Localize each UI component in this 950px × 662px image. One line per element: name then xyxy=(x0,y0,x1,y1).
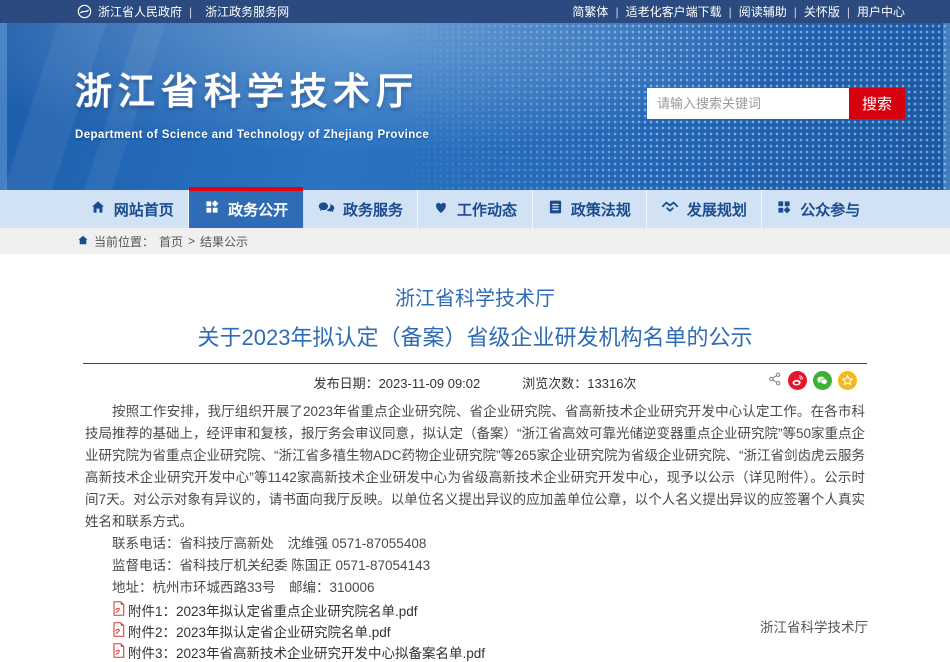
nav-item-label: 政务公开 xyxy=(228,199,288,220)
share-icon[interactable] xyxy=(768,372,782,389)
breadcrumb-home-link[interactable]: 首页 xyxy=(159,233,183,250)
link-care-version[interactable]: 关怀版 xyxy=(804,3,857,20)
site-logo: 浙江省科学技术厅 Department of Science and Techn… xyxy=(75,61,429,141)
handshake-icon xyxy=(661,199,679,219)
link-gov-service-network[interactable]: 浙江政务服务网 xyxy=(205,3,289,20)
attachment-link-3[interactable]: 附件3：2023年省高新技术企业研究开发中心拟备案名单.pdf xyxy=(85,641,865,662)
attachment-link-2[interactable]: 附件2：2023年拟认定省企业研究院名单.pdf xyxy=(85,620,865,641)
banner-edge-decoration xyxy=(943,23,950,190)
attachment-text: 附件1：2023年拟认定省重点企业研究院名单.pdf xyxy=(128,600,418,620)
nav-item-development-plans[interactable]: 发展规划 xyxy=(647,190,761,228)
nav-item-public-participation[interactable]: 公众参与 xyxy=(762,190,875,228)
publish-date-label: 发布日期： xyxy=(314,376,379,391)
search-button[interactable]: 搜索 xyxy=(849,88,905,119)
breadcrumb-bar: 当前位置： 首页 > 结果公示 xyxy=(0,228,950,254)
article-title-agency: 浙江省科学技术厅 xyxy=(75,282,875,311)
supervision-phone-line: 监督电话：省科技厅机关纪委 陈国正 0571-87054143 xyxy=(85,555,865,577)
nav-item-gov-info-disclosure[interactable]: 政务公开 xyxy=(189,190,303,228)
nav-item-label: 发展规划 xyxy=(687,199,747,220)
grid-icon xyxy=(204,199,220,219)
view-count-value: 13316次 xyxy=(587,376,636,391)
publish-date-value: 2023-11-09 09:02 xyxy=(379,376,481,391)
breadcrumb-location-label: 当前位置： xyxy=(94,233,154,250)
article-body-paragraph: 按照工作安排，我厅组织开展了2023年省重点企业研究院、省企业研究院、省高新技术… xyxy=(85,401,865,533)
heart-icon xyxy=(433,199,449,219)
attachment-text: 附件2：2023年拟认定省企业研究院名单.pdf xyxy=(128,621,391,641)
home-icon xyxy=(90,199,106,219)
site-search: 搜索 xyxy=(647,88,905,119)
nav-item-home[interactable]: 网站首页 xyxy=(75,190,189,228)
address-line: 地址：杭州市环城西路33号 邮编：310006 xyxy=(85,577,865,599)
share-buttons xyxy=(768,371,857,390)
document-icon xyxy=(548,199,563,219)
nav-item-label: 政务服务 xyxy=(343,199,403,220)
article-meta-row: 发布日期：2023-11-09 09:02 浏览次数：13316次 xyxy=(75,369,875,395)
attachment-text: 附件3：2023年省高新技术企业研究开发中心拟备案名单.pdf xyxy=(128,642,485,662)
topbar-left-links: 浙江省人民政府 浙江政务服务网 xyxy=(77,3,289,20)
breadcrumb-current-page: 结果公示 xyxy=(200,233,248,250)
nav-item-policies-regulations[interactable]: 政策法规 xyxy=(533,190,647,228)
banner-edge-decoration xyxy=(0,23,7,190)
breadcrumb: 当前位置： 首页 > 结果公示 xyxy=(77,233,248,250)
blocks-icon xyxy=(776,199,792,219)
link-provincial-government[interactable]: 浙江省人民政府 xyxy=(98,3,199,20)
breadcrumb-separator: > xyxy=(188,234,195,248)
article-signature: 浙江省科学技术厅 xyxy=(760,616,868,636)
link-user-center[interactable]: 用户中心 xyxy=(857,3,905,20)
nav-item-gov-services[interactable]: 政务服务 xyxy=(304,190,418,228)
view-count: 浏览次数：13316次 xyxy=(522,373,636,392)
contact-phone-line: 联系电话：省科技厅高新处 沈维强 0571-87055408 xyxy=(85,533,865,555)
nav-item-label: 政策法规 xyxy=(571,199,631,220)
link-simplified-traditional[interactable]: 简繁体 xyxy=(572,3,625,20)
main-navigation: 网站首页 政务公开 政务服务 工作动态 政策法规 发展规划 公众参与 xyxy=(0,190,950,228)
article-title-main: 关于2023年拟认定（备案）省级企业研发机构名单的公示 xyxy=(75,320,875,352)
wechat-share-icon[interactable] xyxy=(813,371,832,390)
nav-item-work-news[interactable]: 工作动态 xyxy=(418,190,532,228)
chat-bubbles-icon xyxy=(318,199,335,219)
top-utility-bar: 浙江省人民政府 浙江政务服务网 简繁体 适老化客户端下载 阅读辅助 关怀版 用户… xyxy=(0,0,950,23)
pdf-icon xyxy=(112,643,125,661)
site-title-chinese: 浙江省科学技术厅 xyxy=(75,61,429,115)
site-banner: 浙江省科学技术厅 Department of Science and Techn… xyxy=(0,23,950,190)
site-title-english: Department of Science and Technology of … xyxy=(75,129,429,141)
weibo-share-icon[interactable] xyxy=(788,371,807,390)
search-input[interactable] xyxy=(647,88,849,119)
link-accessibility-client-download[interactable]: 适老化客户端下载 xyxy=(626,3,739,20)
nav-item-label: 公众参与 xyxy=(800,199,860,220)
breadcrumb-home-icon xyxy=(77,234,89,249)
attachment-link-1[interactable]: 附件1：2023年拟认定省重点企业研究院名单.pdf xyxy=(85,599,865,620)
article-area: 浙江省科学技术厅 关于2023年拟认定（备案）省级企业研发机构名单的公示 发布日… xyxy=(0,254,950,626)
view-count-label: 浏览次数： xyxy=(522,376,587,391)
nav-item-label: 工作动态 xyxy=(457,199,517,220)
nav-item-label: 网站首页 xyxy=(114,199,174,220)
publish-date: 发布日期：2023-11-09 09:02 xyxy=(314,373,481,392)
link-reading-assist[interactable]: 阅读辅助 xyxy=(739,3,804,20)
qzone-share-icon[interactable] xyxy=(838,371,857,390)
pdf-icon xyxy=(112,622,125,640)
topbar-right-links: 简繁体 适老化客户端下载 阅读辅助 关怀版 用户中心 xyxy=(572,3,905,20)
zhejiang-gov-logo-icon xyxy=(77,4,92,19)
title-divider xyxy=(83,363,867,364)
pdf-icon xyxy=(112,601,125,619)
